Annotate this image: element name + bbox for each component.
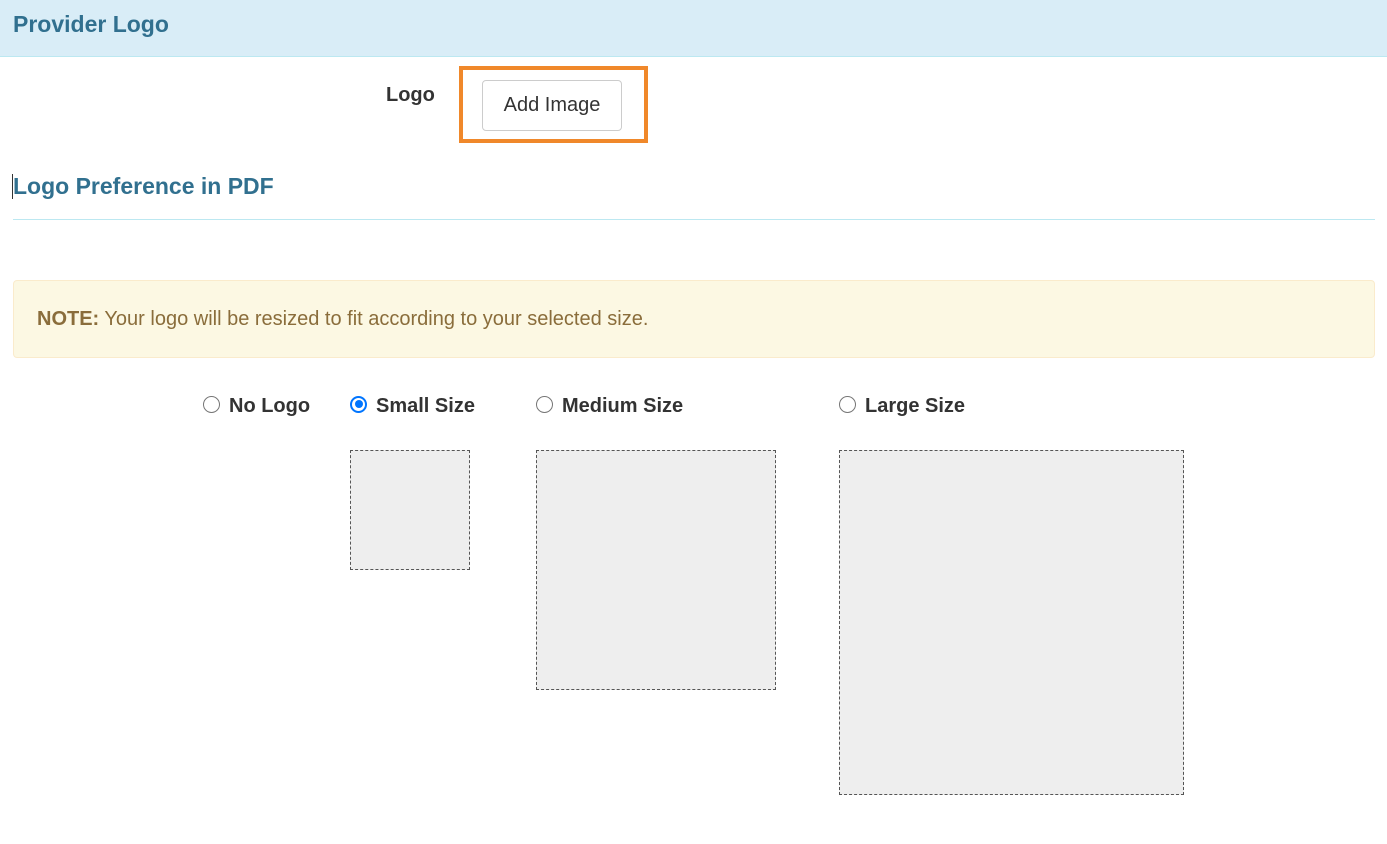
radio-option-large-size[interactable]: Large Size — [839, 393, 965, 419]
medium-size-preview — [536, 450, 776, 690]
radio-label-medium-size: Medium Size — [562, 394, 684, 417]
radio-no-logo[interactable] — [203, 395, 220, 413]
note-text: NOTE: Your logo will be resized to fit a… — [37, 308, 648, 331]
radio-option-medium-size[interactable]: Medium Size — [536, 393, 683, 419]
add-image-button[interactable]: Add Image — [482, 80, 622, 131]
note-label: NOTE: — [37, 308, 100, 330]
radio-large-size[interactable] — [839, 395, 856, 413]
logo-label: Logo — [386, 84, 435, 106]
note-alert: NOTE: Your logo will be resized to fit a… — [13, 280, 1375, 358]
radio-option-no-logo[interactable]: No Logo — [203, 393, 310, 419]
radio-label-small-size: Small Size — [376, 394, 475, 417]
radio-small-size[interactable] — [350, 395, 367, 413]
panel-title: Provider Logo — [13, 11, 169, 37]
section-divider — [13, 219, 1375, 220]
large-size-preview — [839, 450, 1184, 795]
radio-option-small-size[interactable]: Small Size — [350, 393, 475, 419]
radio-label-large-size: Large Size — [865, 394, 966, 417]
radio-medium-size[interactable] — [536, 395, 553, 413]
radio-label-no-logo: No Logo — [229, 394, 311, 417]
logo-preference-title: Logo Preference in PDF — [13, 173, 274, 199]
panel-header: Provider Logo — [0, 0, 1387, 57]
note-message: Your logo will be resized to fit accordi… — [99, 308, 649, 330]
small-size-preview — [350, 450, 470, 570]
